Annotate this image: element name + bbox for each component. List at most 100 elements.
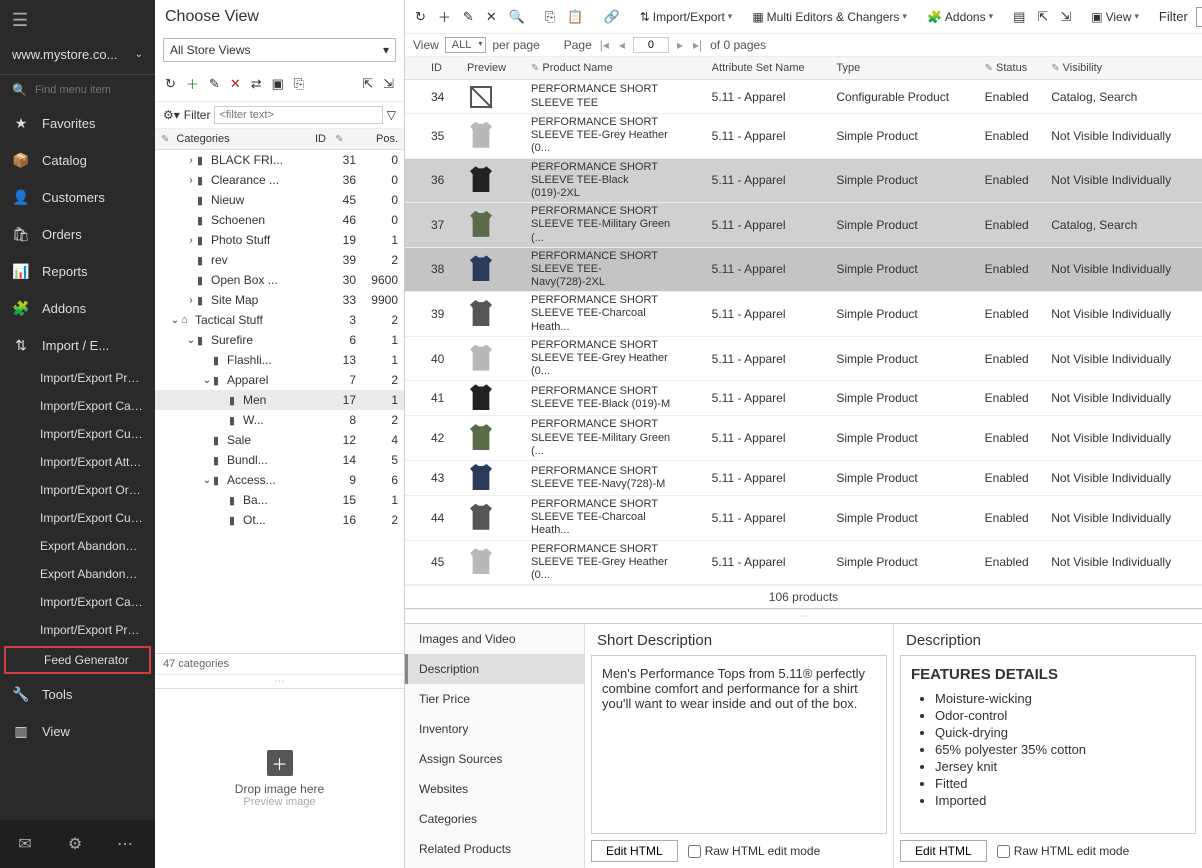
more-icon[interactable]: ⋯ (100, 820, 150, 868)
col-attrset[interactable]: Attribute Set Name (706, 57, 831, 80)
prev-page-icon[interactable]: ◂ (617, 38, 627, 52)
refresh-icon[interactable]: ↻ (163, 74, 178, 94)
tree-row[interactable]: ▮Flashli...131 (155, 350, 404, 370)
product-row[interactable]: 45PERFORMANCE SHORT SLEEVE TEE-Grey Heat… (405, 540, 1202, 585)
detail-tab[interactable]: Up-sells (405, 864, 584, 868)
col-preview[interactable]: Preview (461, 57, 525, 80)
gear-icon[interactable]: ⚙ (50, 820, 100, 868)
sidebar-item[interactable]: 📊Reports (0, 253, 155, 290)
page-input[interactable] (633, 37, 669, 53)
tree-row[interactable]: ▮Schoenen460 (155, 210, 404, 230)
tree-row[interactable]: ⌄▮Access...96 (155, 470, 404, 490)
view-menu[interactable]: ▣ View▾ (1087, 7, 1143, 27)
collapse-icon[interactable]: ⇱ (360, 74, 375, 94)
edit-html-button[interactable]: Edit HTML (900, 840, 987, 862)
product-row[interactable]: 39PERFORMANCE SHORT SLEEVE TEE-Charcoal … (405, 292, 1202, 337)
col-visibility[interactable]: ✎Visibility (1045, 57, 1202, 80)
menu-search[interactable]: 🔍 (0, 75, 155, 105)
tree-row[interactable]: ›▮Photo Stuff191 (155, 230, 404, 250)
raw-html-checkbox[interactable] (997, 845, 1010, 858)
gear-icon[interactable]: ⚙▾ (163, 108, 180, 122)
tree-row[interactable]: ▮Ot...162 (155, 510, 404, 530)
sidebar-item[interactable]: 📦Catalog (0, 142, 155, 179)
product-row[interactable]: 38PERFORMANCE SHORT SLEEVE TEE-Navy(728)… (405, 247, 1202, 292)
short-desc-body[interactable]: Men's Performance Tops from 5.11® perfec… (591, 655, 887, 834)
col-type[interactable]: Type (830, 57, 978, 80)
raw-html-toggle[interactable]: Raw HTML edit mode (997, 844, 1130, 858)
product-row[interactable]: 37PERFORMANCE SHORT SLEEVE TEE-Military … (405, 203, 1202, 248)
funnel-icon[interactable]: ▽ (387, 108, 396, 122)
sidebar-sub-item[interactable]: Export Abandoned... (0, 532, 155, 560)
product-row[interactable]: 35PERFORMANCE SHORT SLEEVE TEE-Grey Heat… (405, 114, 1202, 159)
tree-row[interactable]: ⌄▮Surefire61 (155, 330, 404, 350)
col-id[interactable]: ID (425, 57, 461, 80)
detail-tab[interactable]: Description (405, 654, 584, 684)
col-pos[interactable]: Pos. (356, 133, 398, 145)
sidebar-item-view[interactable]: ▥ View (0, 713, 155, 750)
edit-icon[interactable]: ✎ (459, 6, 478, 28)
image-icon[interactable]: ▣ (270, 74, 286, 94)
sidebar-item[interactable]: ⇅Import / E... (0, 327, 155, 364)
product-row[interactable]: 43PERFORMANCE SHORT SLEEVE TEE-Navy(728)… (405, 460, 1202, 495)
next-page-icon[interactable]: ▸ (675, 38, 685, 52)
sidebar-sub-item[interactable]: Import/Export Ord... (0, 476, 155, 504)
category-tree[interactable]: ›▮BLACK FRI...310›▮Clearance ...360▮Nieu… (155, 150, 404, 653)
detail-tab[interactable]: Inventory (405, 714, 584, 744)
col-name[interactable]: ✎Product Name (525, 57, 706, 80)
add-icon[interactable]: ＋ (434, 4, 455, 29)
store-view-select[interactable]: All Store Views ▾ (163, 38, 396, 62)
tree-row[interactable]: ▮Bundl...145 (155, 450, 404, 470)
search-icon[interactable]: 🔍 (505, 6, 529, 28)
expand-icon[interactable]: ⌄ (201, 375, 213, 386)
sidebar-item[interactable]: 🛍Orders (0, 216, 155, 253)
tree-row[interactable]: ›▮Clearance ...360 (155, 170, 404, 190)
delete-icon[interactable]: ✕ (228, 74, 243, 94)
product-row[interactable]: 44PERFORMANCE SHORT SLEEVE TEE-Charcoal … (405, 495, 1202, 540)
expand-icon[interactable]: ⌄ (185, 335, 197, 346)
col-id[interactable]: ID (286, 133, 326, 145)
filter-input[interactable] (214, 106, 382, 124)
sidebar-item-tools[interactable]: 🔧 Tools (0, 676, 155, 713)
product-row[interactable]: 34PERFORMANCE SHORT SLEEVE TEE5.11 - App… (405, 80, 1202, 114)
tree-row[interactable]: ›▮Site Map339900 (155, 290, 404, 310)
store-switcher[interactable]: www.mystore.co... ⌄ (0, 41, 155, 75)
expand-icon[interactable]: ⇲ (381, 74, 396, 94)
tool-icon-3[interactable]: ⇲ (1056, 6, 1075, 28)
sidebar-sub-item[interactable]: Import/Export Pro... (0, 616, 155, 644)
detail-tab[interactable]: Tier Price (405, 684, 584, 714)
copy-icon[interactable]: ⎘ (292, 74, 306, 94)
edit-html-button[interactable]: Edit HTML (591, 840, 678, 862)
tree-row[interactable]: ▮Ba...151 (155, 490, 404, 510)
last-page-icon[interactable]: ▸| (691, 38, 704, 52)
delete-icon[interactable]: ✕ (482, 6, 501, 28)
edit-icon[interactable]: ✎ (207, 74, 222, 94)
detail-tab[interactable]: Categories (405, 804, 584, 834)
expand-icon[interactable]: ⌄ (201, 475, 213, 486)
raw-html-checkbox[interactable] (688, 845, 701, 858)
page-size-select[interactable]: ALL (445, 37, 487, 53)
tree-row[interactable]: ▮Sale124 (155, 430, 404, 450)
product-grid[interactable]: ID Preview ✎Product Name Attribute Set N… (405, 57, 1202, 609)
addons-menu[interactable]: 🧩 Addons▾ (923, 7, 997, 27)
image-drop-zone[interactable]: ＋ Drop image here Preview image (155, 688, 404, 868)
sidebar-sub-item[interactable]: Import/Export Pro... (0, 364, 155, 392)
first-page-icon[interactable]: |◂ (598, 38, 611, 52)
col-status[interactable]: ✎Status (979, 57, 1046, 80)
desc-body[interactable]: FEATURES DETAILS Moisture-wickingOdor-co… (900, 655, 1196, 834)
tree-row[interactable]: ▮Open Box ...309600 (155, 270, 404, 290)
expand-icon[interactable]: › (185, 235, 197, 246)
link-icon[interactable]: 🔗 (600, 6, 624, 28)
sidebar-sub-item[interactable]: Import/Export Cus... (0, 504, 155, 532)
sidebar-item[interactable]: ★Favorites (0, 105, 155, 142)
expand-icon[interactable]: › (185, 155, 197, 166)
col-categories[interactable]: Categories (176, 133, 229, 145)
product-row[interactable]: 40PERFORMANCE SHORT SLEEVE TEE-Grey Heat… (405, 336, 1202, 381)
menu-search-input[interactable] (35, 84, 143, 96)
tree-row[interactable]: ⌄⌂Tactical Stuff32 (155, 310, 404, 330)
detail-tab[interactable]: Assign Sources (405, 744, 584, 774)
hamburger-icon[interactable]: ☰ (0, 0, 155, 41)
refresh-icon[interactable]: ↻ (411, 6, 430, 28)
inbox-icon[interactable]: ✉ (0, 820, 50, 868)
sidebar-sub-item[interactable]: Import/Export Cart... (0, 588, 155, 616)
sidebar-sub-item[interactable]: Export Abandoned... (0, 560, 155, 588)
